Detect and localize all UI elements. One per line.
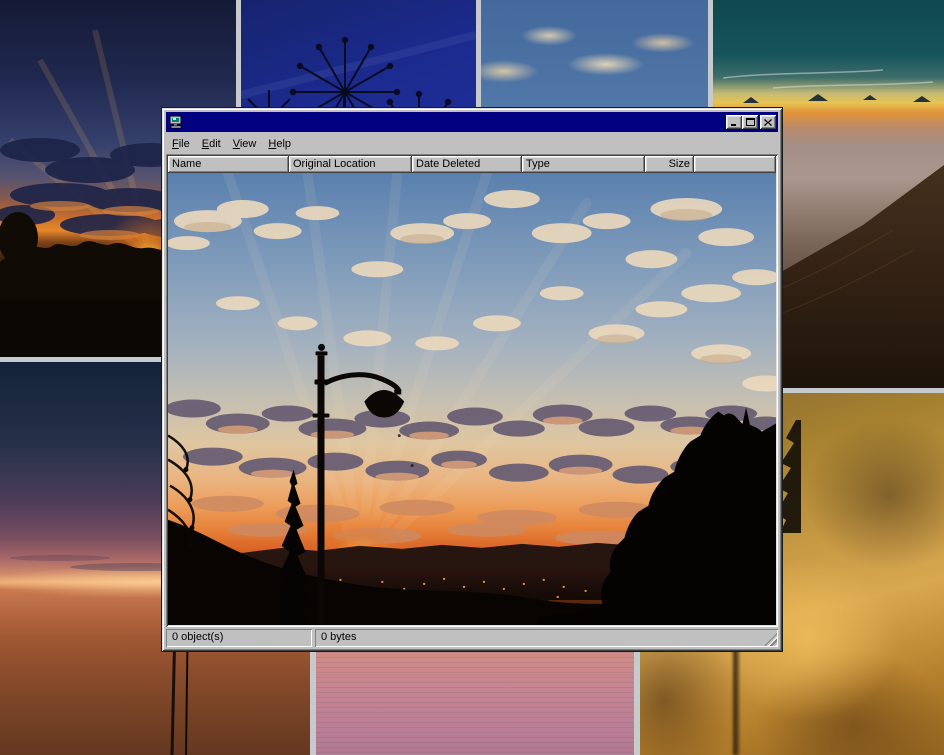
maximize-button[interactable]	[742, 115, 758, 129]
status-bar: 0 object(s) 0 bytes	[166, 629, 778, 647]
photo-sunset-streetlamp	[168, 173, 776, 625]
status-object-count: 0 object(s)	[166, 629, 312, 647]
file-list-area[interactable]	[168, 173, 776, 625]
menu-bar: File Edit View Help	[166, 132, 778, 153]
computer-icon	[169, 115, 183, 129]
column-header-blank[interactable]	[694, 156, 776, 173]
column-header-date-deleted[interactable]: Date Deleted	[412, 156, 522, 173]
minimize-button[interactable]	[726, 115, 742, 129]
menu-help[interactable]: Help	[262, 137, 297, 151]
menu-file[interactable]: File	[166, 137, 196, 151]
recycle-bin-window: File Edit View Help Name Original Locati…	[161, 107, 783, 652]
close-button[interactable]	[760, 115, 776, 129]
window-titlebar[interactable]	[166, 112, 778, 132]
column-headers: Name Original Location Date Deleted Type…	[168, 156, 776, 173]
list-view: Name Original Location Date Deleted Type…	[166, 154, 778, 627]
menu-view[interactable]: View	[227, 137, 263, 151]
column-header-size[interactable]: Size	[645, 156, 694, 173]
column-header-original-location[interactable]: Original Location	[289, 156, 412, 173]
column-header-type[interactable]: Type	[522, 156, 645, 173]
status-size: 0 bytes	[315, 629, 778, 647]
desktop-wallpaper: File Edit View Help Name Original Locati…	[0, 0, 944, 755]
menu-edit[interactable]: Edit	[196, 137, 227, 151]
column-header-name[interactable]: Name	[168, 156, 289, 173]
